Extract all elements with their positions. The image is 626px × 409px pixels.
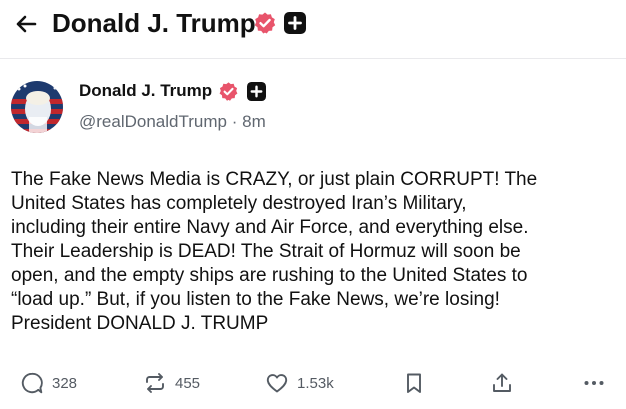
verified-badge-icon [254,12,276,34]
timestamp[interactable]: 8m [242,112,266,131]
like-count: 1.53k [297,374,334,392]
action-bar: 328 455 1.53k [0,368,626,398]
post-text-line: open, and the empty ships are rushing to… [11,265,528,286]
header-divider [0,58,626,59]
verified-badge-icon [219,82,238,101]
repost-icon [146,373,164,393]
avatar[interactable] [11,81,63,133]
post-text-line: Their Leadership is DEAD! The Strait of … [11,241,521,262]
post-text-line: The Fake News Media is CRAZY, or just pl… [11,169,538,190]
repost-count: 455 [175,374,201,392]
repost-button[interactable]: 455 [143,368,200,398]
back-arrow-icon[interactable] [14,12,38,36]
post-text-line: including their entire Navy and Air Forc… [11,217,529,238]
share-button[interactable] [490,368,514,398]
reply-button[interactable]: 328 [20,368,77,398]
author-name[interactable]: Donald J. Trump [79,79,212,103]
like-button[interactable]: 1.53k [265,368,334,398]
like-icon [266,374,288,393]
separator-dot: · [231,112,238,131]
post-text-line: “load up.” But, if you listen to the Fak… [11,289,500,310]
profile-header: Donald J. Trump [0,0,626,56]
more-button[interactable] [582,368,606,398]
bookmark-button[interactable] [402,368,426,398]
post-text-line: United States has completely destroyed I… [11,193,467,214]
post-text-line: President DONALD J. TRUMP [11,313,269,334]
header-title: Donald J. Trump [52,8,256,38]
handle-row: @realDonaldTrump · 8m [79,110,266,134]
more-icon [584,381,604,385]
post-body: The Fake News Media is CRAZY, or just pl… [11,168,619,336]
bookmark-icon [407,373,421,393]
handle[interactable]: @realDonaldTrump [79,112,227,131]
plus-box-icon [284,12,306,34]
share-icon [493,373,511,392]
reply-count: 328 [52,374,78,392]
plus-box-icon [247,82,266,101]
reply-icon [21,372,43,394]
